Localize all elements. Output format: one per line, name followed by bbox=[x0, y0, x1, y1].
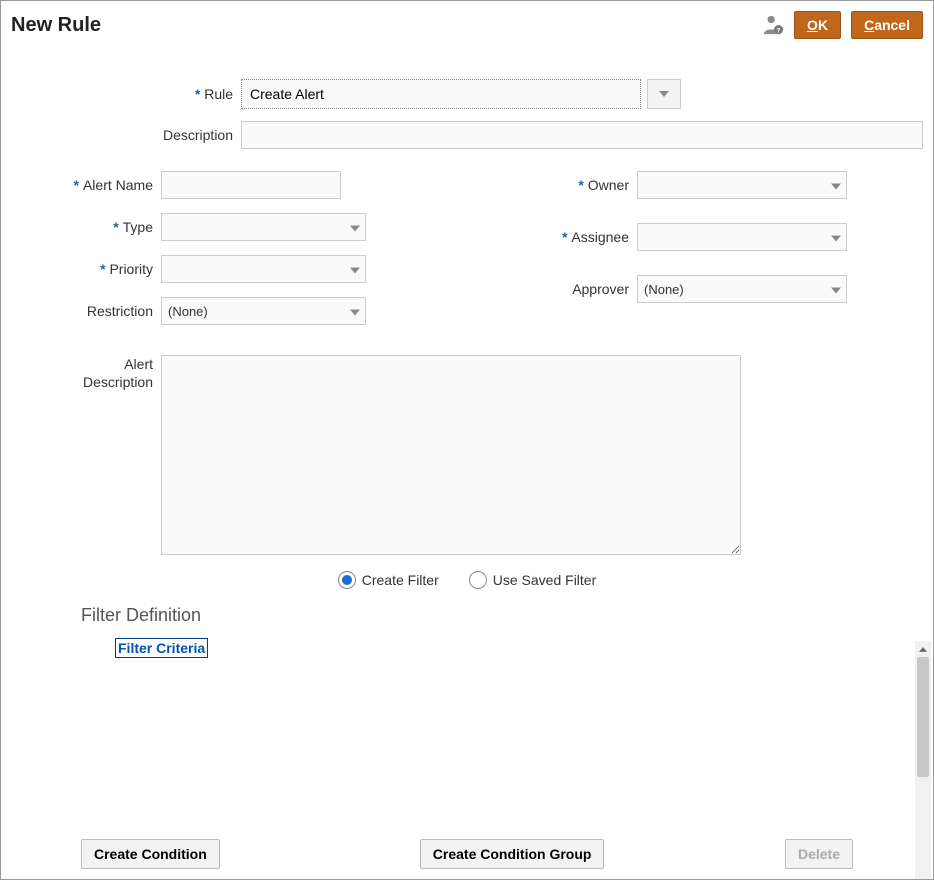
rule-input[interactable] bbox=[241, 79, 641, 109]
rule-label: Rule bbox=[91, 86, 241, 102]
use-saved-filter-label: Use Saved Filter bbox=[493, 572, 596, 588]
assignee-label: Assignee bbox=[487, 229, 637, 245]
left-col: Alert Name Type Priority bbox=[11, 171, 447, 339]
type-row: Type bbox=[11, 213, 447, 241]
filter-mode-radios: Create Filter Use Saved Filter bbox=[11, 571, 923, 589]
restriction-row: Restriction bbox=[11, 297, 447, 325]
approver-row: Approver bbox=[487, 275, 923, 303]
right-col: Owner Assignee bbox=[487, 171, 923, 339]
create-filter-radio[interactable]: Create Filter bbox=[338, 571, 439, 589]
vertical-scrollbar[interactable] bbox=[915, 641, 931, 879]
restriction-select[interactable] bbox=[161, 297, 366, 325]
dialog-header: New Rule ? OK Cancel bbox=[1, 1, 933, 41]
ok-button[interactable]: OK bbox=[794, 11, 841, 39]
dialog-title: New Rule bbox=[11, 14, 762, 37]
alert-name-label: Alert Name bbox=[11, 177, 161, 193]
radio-icon bbox=[469, 571, 487, 589]
rule-dropdown-button[interactable] bbox=[647, 79, 681, 109]
scroll-up-icon[interactable] bbox=[915, 641, 931, 657]
description-input[interactable] bbox=[241, 121, 923, 149]
approver-select[interactable] bbox=[637, 275, 847, 303]
svg-text:?: ? bbox=[777, 27, 781, 34]
form-area: Rule Description Alert Name Type bbox=[1, 41, 933, 668]
header-actions: ? OK Cancel bbox=[762, 11, 923, 39]
alert-name-row: Alert Name bbox=[11, 171, 447, 199]
use-saved-filter-radio[interactable]: Use Saved Filter bbox=[469, 571, 596, 589]
alert-description-row: AlertDescription bbox=[11, 355, 923, 555]
owner-row: Owner bbox=[487, 171, 923, 199]
bottom-button-bar: Create Condition Create Condition Group … bbox=[1, 839, 933, 869]
alert-name-input[interactable] bbox=[161, 171, 341, 199]
type-label: Type bbox=[11, 219, 161, 235]
type-select[interactable] bbox=[161, 213, 366, 241]
assignee-select[interactable] bbox=[637, 223, 847, 251]
create-filter-label: Create Filter bbox=[362, 572, 439, 588]
cancel-button[interactable]: Cancel bbox=[851, 11, 923, 39]
filter-definition-title: Filter Definition bbox=[81, 605, 923, 626]
delete-button: Delete bbox=[785, 839, 853, 869]
scroll-thumb[interactable] bbox=[917, 657, 929, 777]
rule-row: Rule bbox=[91, 79, 923, 109]
approver-label: Approver bbox=[487, 281, 637, 297]
assignee-row: Assignee bbox=[487, 223, 923, 251]
radio-icon bbox=[338, 571, 356, 589]
priority-label: Priority bbox=[11, 261, 161, 277]
priority-select[interactable] bbox=[161, 255, 366, 283]
user-help-icon[interactable]: ? bbox=[762, 14, 784, 36]
alert-description-label: AlertDescription bbox=[11, 355, 161, 391]
owner-select[interactable] bbox=[637, 171, 847, 199]
priority-row: Priority bbox=[11, 255, 447, 283]
filter-criteria-link[interactable]: Filter Criteria bbox=[115, 638, 208, 658]
restriction-label: Restriction bbox=[11, 303, 161, 319]
create-condition-group-button[interactable]: Create Condition Group bbox=[420, 839, 605, 869]
new-rule-dialog: New Rule ? OK Cancel Rule bbox=[0, 0, 934, 880]
description-label: Description bbox=[91, 127, 241, 143]
description-row: Description bbox=[91, 121, 923, 149]
fields-two-col: Alert Name Type Priority bbox=[11, 171, 923, 339]
create-condition-button[interactable]: Create Condition bbox=[81, 839, 220, 869]
owner-label: Owner bbox=[487, 177, 637, 193]
alert-description-textarea[interactable] bbox=[161, 355, 741, 555]
